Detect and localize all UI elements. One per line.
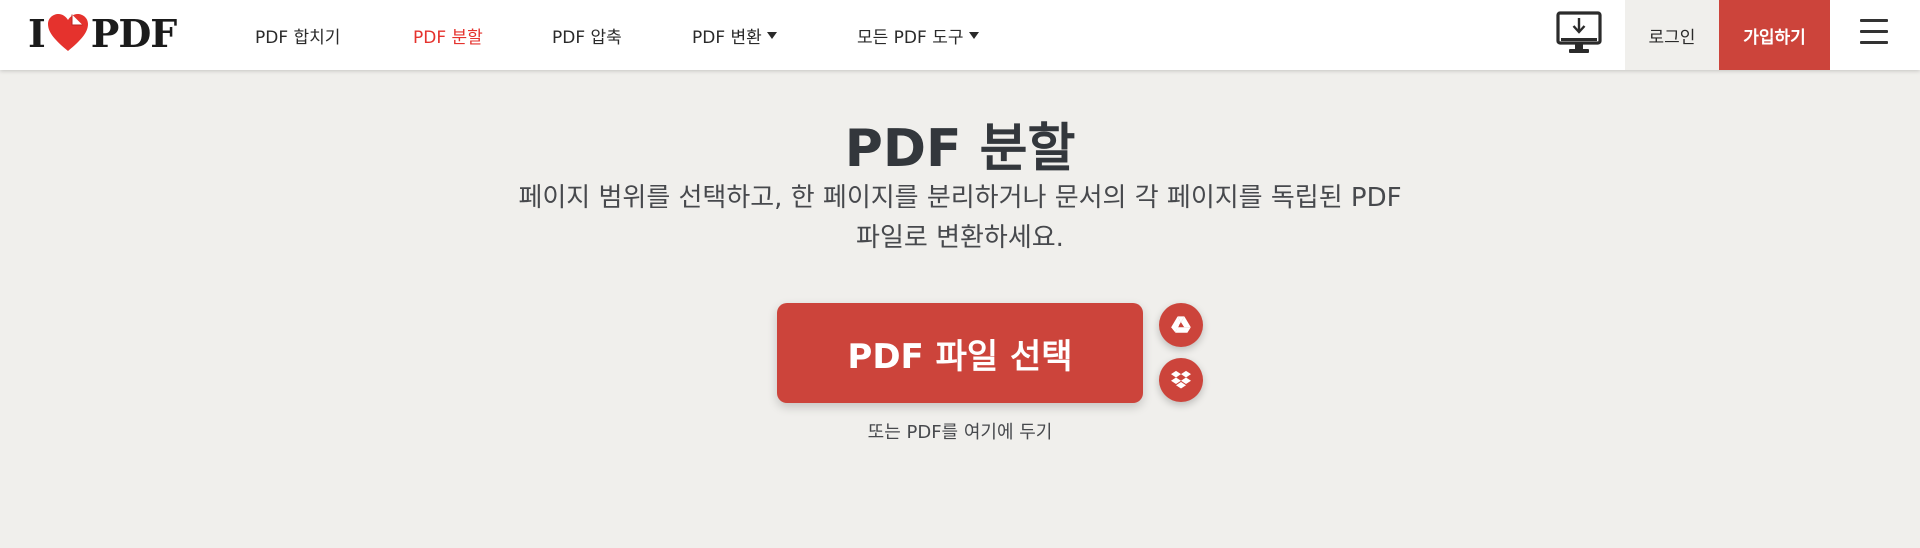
top-header: I PDF PDF 합치기 PDF 분할 PDF 압축 PDF 변환 모든 PD… <box>0 0 1920 70</box>
nav-split-pdf[interactable]: PDF 분할 <box>413 0 483 70</box>
desktop-app-download-button[interactable] <box>1556 11 1602 55</box>
dropbox-icon <box>1171 370 1191 389</box>
nav-all-pdf-tools[interactable]: 모든 PDF 도구 <box>857 0 979 70</box>
caret-down-icon <box>766 32 777 39</box>
drop-files-hint: 또는 PDF를 여기에 두기 <box>867 422 1053 443</box>
menu-bar <box>1860 41 1888 44</box>
dropbox-button[interactable] <box>1159 358 1203 402</box>
page-subtitle: 페이지 범위를 선택하고, 한 페이지를 분리하거나 문서의 각 페이지를 독립… <box>460 178 1460 258</box>
logo-text-i: I <box>28 10 46 56</box>
ilovepdf-logo[interactable]: I PDF <box>28 10 178 56</box>
subtitle-line-1: 페이지 범위를 선택하고, 한 페이지를 분리하거나 문서의 각 페이지를 독립… <box>518 183 1402 213</box>
logo-text-pdf: PDF <box>90 10 178 56</box>
nav-merge-pdf[interactable]: PDF 합치기 <box>255 0 340 70</box>
login-button[interactable]: 로그인 <box>1625 0 1719 70</box>
nav-merge-pdf-label: PDF 합치기 <box>255 27 341 48</box>
nav-all-pdf-tools-label: 모든 PDF 도구 <box>857 27 964 48</box>
nav-split-pdf-label: PDF 분할 <box>413 27 483 48</box>
desktop-download-icon <box>1556 11 1602 53</box>
menu-bar <box>1860 30 1888 33</box>
nav-compress-pdf-label: PDF 압축 <box>552 27 622 48</box>
subtitle-line-2: 파일로 변환하세요. <box>856 223 1064 253</box>
nav-convert-pdf-label: PDF 변환 <box>692 27 762 48</box>
heart-icon <box>46 13 90 53</box>
signup-button[interactable]: 가입하기 <box>1719 0 1830 70</box>
nav-convert-pdf[interactable]: PDF 변환 <box>692 0 777 70</box>
google-drive-icon <box>1171 316 1191 333</box>
login-button-label: 로그인 <box>1648 27 1696 48</box>
select-pdf-files-label: PDF 파일 선택 <box>847 336 1073 377</box>
nav-compress-pdf[interactable]: PDF 압축 <box>552 0 622 70</box>
caret-down-icon <box>968 32 979 39</box>
menu-bar <box>1860 19 1888 22</box>
page-title: PDF 분할 <box>844 119 1076 179</box>
select-pdf-files-button[interactable]: PDF 파일 선택 <box>777 303 1143 403</box>
google-drive-button[interactable] <box>1159 303 1203 347</box>
signup-button-label: 가입하기 <box>1743 27 1806 48</box>
hamburger-menu-icon[interactable] <box>1858 17 1890 47</box>
